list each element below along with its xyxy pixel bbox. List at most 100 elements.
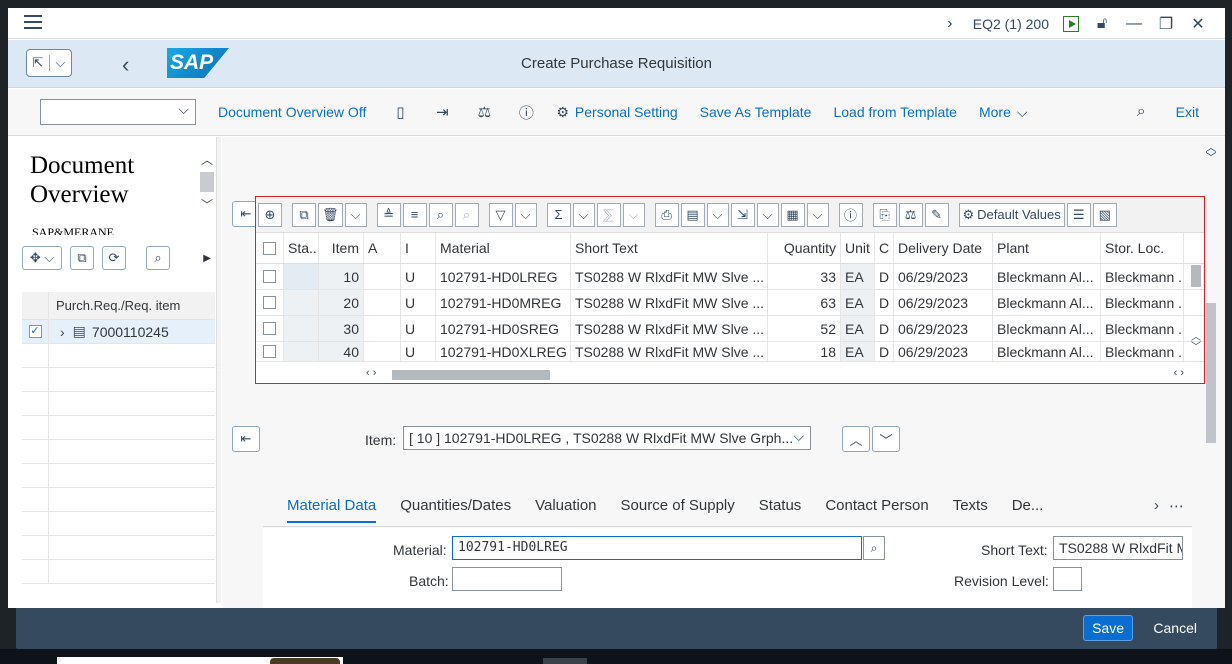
scroll-thumb[interactable] (1206, 303, 1216, 443)
column-header[interactable]: Short Text (571, 233, 768, 263)
revision-level-input[interactable] (1053, 567, 1082, 591)
chevron-down-icon[interactable]: ⌵ (806, 202, 829, 227)
print-icon[interactable]: ⎙ (654, 202, 679, 227)
delivery-date-cell[interactable]: 06/29/2023 (894, 342, 993, 361)
item-cell[interactable]: 30 (319, 316, 364, 341)
quantity-cell[interactable]: 33 (768, 264, 841, 289)
search-icon[interactable]: ⌕ (146, 246, 170, 270)
more-button[interactable]: More ⌵ (979, 104, 1028, 121)
scroll-thumb[interactable] (1191, 265, 1201, 287)
row-select-cell[interactable] (256, 290, 284, 315)
delivery-date-cell[interactable]: 06/29/2023 (894, 290, 993, 315)
short-text-cell[interactable]: TS0288 W RlxdFit MW Slve ... (571, 290, 768, 315)
save-button[interactable]: Save (1083, 615, 1133, 641)
column-header[interactable]: I (401, 233, 436, 263)
load-from-template-button[interactable]: Load from Template (833, 104, 956, 120)
exit-button[interactable]: Exit (1176, 104, 1199, 120)
plant-cell[interactable]: Bleckmann Al... (993, 290, 1101, 315)
export-icon[interactable]: ⇲ (730, 202, 755, 227)
search-icon[interactable]: ⌕ (1137, 103, 1146, 121)
item-cell[interactable]: 40 (319, 342, 364, 361)
quantity-cell[interactable]: 52 (768, 316, 841, 341)
minimize-icon[interactable]: — (1125, 15, 1143, 33)
expand-collapse-button[interactable]: ✥ ⌵ (22, 246, 62, 270)
print-preview-icon[interactable]: ▤ (680, 202, 705, 227)
chevron-down-icon[interactable]: ⌵ (756, 202, 779, 227)
material-cell[interactable]: 102791-HD0MREG (436, 290, 571, 315)
plant-cell[interactable]: Bleckmann Al... (993, 342, 1101, 361)
delivery-date-cell[interactable]: 06/29/2023 (894, 264, 993, 289)
tab-material-data[interactable]: Material Data (287, 497, 377, 523)
delete-icon[interactable]: 🗑︎ (318, 202, 343, 227)
date-cat-cell[interactable]: D (875, 264, 894, 289)
date-cat-cell[interactable]: D (875, 290, 894, 315)
column-header[interactable]: Item (319, 233, 364, 263)
column-header[interactable]: C (875, 233, 894, 263)
table-row[interactable]: 10 U 102791-HD0LREG TS0288 W RlxdFit MW … (256, 264, 1204, 290)
material-input[interactable]: 102791-HD0LREG (452, 536, 862, 560)
sort-descending-icon[interactable]: ≡ (402, 202, 427, 227)
info-icon[interactable]: ⓘ (838, 202, 863, 227)
document-icon[interactable]: ▯ (392, 103, 408, 121)
sum-icon[interactable]: Σ (546, 202, 571, 227)
personal-setting-button[interactable]: ⚙ Personal Setting (556, 104, 677, 121)
change-document-icon[interactable]: ✎ (924, 202, 949, 227)
taskbar-item[interactable] (270, 658, 340, 664)
item-cell[interactable]: 20 (319, 290, 364, 315)
row-checkbox[interactable]: ✓ (28, 325, 42, 338)
row-checkbox[interactable] (263, 296, 276, 309)
column-header[interactable]: Sta... (284, 233, 319, 263)
scroll-thumb[interactable] (392, 370, 550, 380)
refresh-icon[interactable]: ⟳ (102, 246, 126, 270)
quantity-cell[interactable]: 18 (768, 342, 841, 361)
sort-ascending-icon[interactable]: ≜ (376, 202, 401, 227)
column-header[interactable]: Unit (841, 233, 875, 263)
account-cell[interactable] (364, 342, 401, 361)
tree-node[interactable]: › ▤ 7000110245 (49, 320, 215, 343)
account-cell[interactable] (364, 316, 401, 341)
table-row[interactable]: 40 U 102791-HD0XLREG TS0288 W RlxdFit MW… (256, 342, 1204, 362)
row-checkbox[interactable] (263, 322, 276, 335)
menu-icon[interactable] (24, 15, 42, 31)
chevron-down-icon[interactable]: ⌵ (572, 202, 595, 227)
expand-arrow-icon[interactable]: › (60, 324, 65, 340)
status-cell[interactable] (284, 342, 319, 361)
material-cell[interactable]: 102791-HD0XLREG (436, 342, 571, 361)
chevron-right-icon[interactable]: › (941, 15, 959, 33)
copy-row-icon[interactable]: ⧉ (292, 202, 316, 227)
short-text-cell[interactable]: TS0288 W RlxdFit MW Slve ... (571, 264, 768, 289)
category-cell[interactable]: U (401, 316, 436, 341)
short-text-cell[interactable]: TS0288 W RlxdFit MW Slve ... (571, 316, 768, 341)
table-row[interactable]: 20 U 102791-HD0MREG TS0288 W RlxdFit MW … (256, 290, 1204, 316)
tree-row[interactable]: ✓ › ▤ 7000110245 (22, 320, 215, 344)
select-all-cell[interactable] (256, 233, 284, 263)
quantity-cell[interactable]: 63 (768, 290, 841, 315)
status-cell[interactable] (284, 264, 319, 289)
tab-status[interactable]: Status (759, 497, 802, 521)
more-dots-icon[interactable]: ⋯ (1169, 497, 1184, 515)
tab-quantities-dates[interactable]: Quantities/Dates (400, 497, 511, 521)
detail-icon[interactable]: ▧ (1092, 202, 1117, 227)
scroll-arrows-icon[interactable]: ︿ ﹀ (1190, 333, 1202, 353)
taskbar-item[interactable] (543, 658, 587, 664)
panel-scrollbar[interactable]: ︿ ﹀ (199, 151, 215, 231)
cancel-button[interactable]: Cancel (1149, 615, 1201, 641)
table-row[interactable]: 30 U 102791-HD0SREG TS0288 W RlxdFit MW … (256, 316, 1204, 342)
chevron-down-icon[interactable]: ﹀ (199, 196, 215, 213)
import-icon[interactable]: ⇥ (434, 103, 450, 121)
delivery-date-cell[interactable]: 06/29/2023 (894, 316, 993, 341)
row-select-cell[interactable] (256, 264, 284, 289)
select-all-checkbox[interactable] (263, 241, 276, 255)
save-as-template-button[interactable]: Save As Template (700, 104, 812, 120)
row-checkbox[interactable] (263, 345, 276, 358)
filter-icon[interactable]: ▽ (488, 202, 513, 227)
balance-icon[interactable]: ⚖ (476, 103, 492, 121)
plant-cell[interactable]: Bleckmann Al... (993, 264, 1101, 289)
column-header[interactable]: Plant (993, 233, 1101, 263)
lock-icon[interactable]: 🔓︎ (1093, 15, 1111, 33)
column-header[interactable]: Material (436, 233, 571, 263)
next-item-button[interactable]: ﹀ (872, 426, 900, 452)
search-help-icon[interactable]: ⌕ (863, 536, 885, 560)
account-cell[interactable] (364, 264, 401, 289)
storage-location-cell[interactable]: Bleckmann ... (1101, 264, 1184, 289)
